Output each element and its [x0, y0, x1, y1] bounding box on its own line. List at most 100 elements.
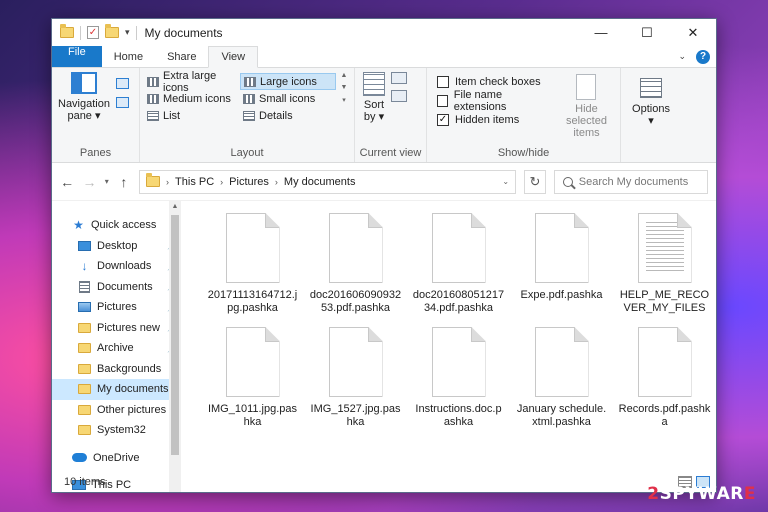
- recent-locations-icon[interactable]: ▾: [105, 177, 109, 186]
- file-item[interactable]: doc20160609093253.pdf.pashka: [304, 213, 407, 327]
- options-icon: [639, 78, 662, 98]
- minimize-button[interactable]: —: [578, 19, 624, 46]
- nav-label: Quick access: [91, 219, 157, 232]
- breadcrumb-this-pc[interactable]: This PC: [175, 176, 214, 188]
- layout-list[interactable]: List: [144, 107, 238, 124]
- chevron-right-icon[interactable]: ›: [220, 177, 223, 187]
- file-item[interactable]: January schedule.xtml.pashka: [510, 327, 613, 441]
- layout-details[interactable]: Details: [240, 107, 336, 124]
- add-columns-icon[interactable]: [391, 90, 407, 102]
- back-icon[interactable]: ←: [60, 174, 74, 190]
- file-item[interactable]: Expe.pdf.pashka: [510, 213, 613, 327]
- toolbar-divider: [135, 25, 137, 40]
- tab-share[interactable]: Share: [155, 46, 208, 67]
- folder-icon: [78, 363, 91, 374]
- layout-medium-icons[interactable]: Medium icons: [144, 90, 238, 107]
- layout-label: Details: [259, 109, 293, 122]
- file-item[interactable]: HELP_ME_RECOVER_MY_FILES: [613, 213, 716, 327]
- file-item[interactable]: Instructions.doc.pashka: [407, 327, 510, 441]
- document-icon: [79, 280, 90, 293]
- layout-small-icons[interactable]: Small icons: [240, 90, 336, 107]
- scroll-up-icon[interactable]: ▲: [169, 203, 181, 210]
- properties-icon[interactable]: ✓: [87, 26, 99, 39]
- chevron-right-icon[interactable]: ›: [166, 177, 169, 187]
- help-icon[interactable]: ?: [696, 49, 710, 64]
- nav-quick-access[interactable]: ★ Quick access: [52, 215, 181, 236]
- cloud-icon: [72, 453, 87, 463]
- text-file-icon: [637, 213, 692, 283]
- navigation-pane-label-2: pane ▾: [67, 110, 101, 122]
- grid-icon: [147, 76, 159, 87]
- preview-pane-icon[interactable]: [115, 78, 129, 89]
- nav-system32[interactable]: System32: [52, 420, 181, 441]
- file-item[interactable]: 20171113164712.jpg.pashka: [201, 213, 304, 327]
- refresh-button[interactable]: ↻: [524, 169, 546, 194]
- details-pane-icon[interactable]: [115, 97, 129, 108]
- scrollbar-thumb[interactable]: [171, 215, 179, 455]
- address-row: ← → ▾ ↑ › This PC › Pictures › My docume…: [52, 163, 716, 201]
- navigation-pane: ★ Quick access Desktop 📌 ↓ Downloads 📌 D…: [52, 201, 181, 492]
- file-item[interactable]: IMG_1527.jpg.pashka: [304, 327, 407, 441]
- nav-label: Other pictures: [97, 403, 167, 416]
- checkbox-checked[interactable]: ✓: [437, 113, 449, 126]
- nav-my-documents[interactable]: My documents: [52, 379, 181, 400]
- checkbox-label: Hidden items: [455, 113, 520, 126]
- search-placeholder: Search My documents: [578, 175, 689, 188]
- address-bar[interactable]: › This PC › Pictures › My documents ⌄: [139, 169, 517, 194]
- tab-view[interactable]: View: [208, 46, 259, 68]
- group-options: Options ▾: [621, 68, 681, 162]
- nav-pictures[interactable]: Pictures 📌: [52, 297, 181, 318]
- quick-access-toolbar: ✓ ▾: [52, 24, 137, 40]
- file-icon: [534, 213, 589, 283]
- star-icon: ★: [73, 218, 84, 233]
- file-item[interactable]: doc20160805121734.pdf.pashka: [407, 213, 510, 327]
- nav-pictures-new[interactable]: Pictures new 📌: [52, 318, 181, 339]
- breadcrumb-my-documents[interactable]: My documents: [284, 176, 356, 188]
- maximize-button[interactable]: ☐: [624, 19, 670, 46]
- options-button[interactable]: Options ▾: [632, 78, 670, 162]
- new-folder-icon[interactable]: [105, 24, 119, 38]
- customize-toolbar-icon[interactable]: ▾: [125, 27, 130, 38]
- item-check-boxes-toggle[interactable]: Item check boxes: [437, 74, 545, 89]
- nav-backgrounds[interactable]: Backgrounds: [52, 359, 181, 380]
- nav-other-pictures[interactable]: Other pictures: [52, 400, 181, 421]
- checkbox[interactable]: [437, 94, 448, 107]
- checkbox[interactable]: [437, 75, 449, 88]
- chevron-down-icon[interactable]: ⌄: [678, 51, 686, 62]
- status-bar: 10 items: [52, 472, 716, 492]
- hidden-items-toggle[interactable]: ✓ Hidden items: [437, 112, 545, 127]
- nav-scrollbar[interactable]: ▲ ▼: [169, 201, 181, 492]
- forward-icon[interactable]: →: [82, 174, 97, 190]
- layout-extra-large-icons[interactable]: Extra large icons: [144, 70, 238, 94]
- address-dropdown-icon[interactable]: ⌄: [502, 177, 509, 186]
- sort-by-label-2: by ▾: [363, 111, 385, 123]
- close-button[interactable]: ✕: [670, 19, 716, 46]
- layout-label: Large icons: [260, 75, 317, 88]
- group-by-icon[interactable]: [391, 72, 407, 84]
- file-icon: [431, 327, 486, 397]
- breadcrumb-pictures[interactable]: Pictures: [229, 176, 269, 188]
- caption-buttons: — ☐ ✕: [578, 19, 716, 46]
- tab-home[interactable]: Home: [102, 46, 155, 67]
- nav-documents[interactable]: Documents 📌: [52, 277, 181, 298]
- title-bar: ✓ ▾ My documents — ☐ ✕: [52, 19, 716, 46]
- nav-archive[interactable]: Archive 📌: [52, 338, 181, 359]
- nav-label: Desktop: [97, 239, 138, 252]
- chevron-up-icon[interactable]: ▲: [341, 72, 348, 79]
- up-icon[interactable]: ↑: [117, 174, 131, 190]
- ribbon: Navigation pane ▾ Panes Extra large icon…: [52, 68, 716, 163]
- layout-large-icons[interactable]: Large icons: [240, 73, 336, 90]
- tab-file[interactable]: File: [52, 46, 102, 67]
- file-item[interactable]: IMG_1011.jpg.pashka: [201, 327, 304, 441]
- nav-downloads[interactable]: ↓ Downloads 📌: [52, 256, 181, 277]
- expand-icon[interactable]: ▾: [342, 96, 346, 104]
- nav-onedrive[interactable]: OneDrive: [52, 448, 181, 469]
- nav-desktop[interactable]: Desktop 📌: [52, 236, 181, 257]
- file-item[interactable]: Records.pdf.pashka: [613, 327, 716, 441]
- group-layout: Extra large icons Large icons Medium ico…: [140, 68, 355, 162]
- chevron-right-icon[interactable]: ›: [275, 177, 278, 187]
- chevron-down-icon[interactable]: ▼: [341, 84, 348, 91]
- search-input[interactable]: Search My documents: [553, 169, 708, 194]
- file-name-extensions-toggle[interactable]: File name extensions: [437, 89, 545, 113]
- layout-label: List: [163, 109, 181, 122]
